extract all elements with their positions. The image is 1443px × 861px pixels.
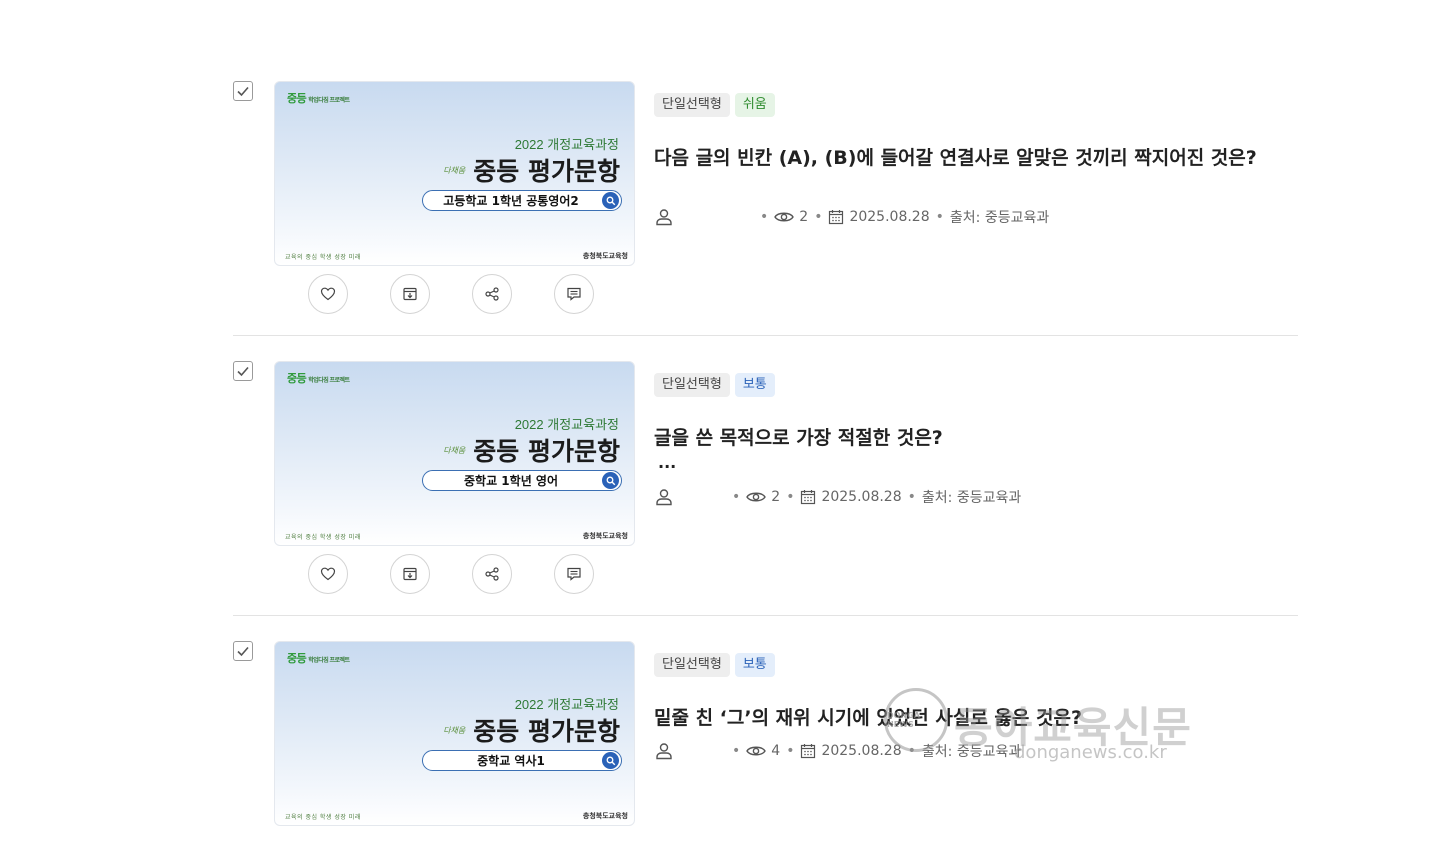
thumbnail-publisher: 충청북도교육청 <box>582 812 628 820</box>
thumbnail-publisher: 충청북도교육청 <box>582 532 628 540</box>
eye-icon <box>774 210 795 224</box>
thumbnail-subject: 중학교 역사1 <box>477 754 545 768</box>
user-icon <box>654 207 674 227</box>
view-count: 4 <box>771 743 781 759</box>
item-divider <box>233 335 1298 336</box>
thumbnail-slogan: 교육의 중심 학생 성장 미래 <box>285 534 361 541</box>
thumbnail-curriculum-year: 2022 개정교육과정 <box>514 137 619 152</box>
check-icon <box>237 86 249 97</box>
item-divider <box>233 615 1298 616</box>
share-button[interactable] <box>472 274 512 314</box>
thumbnail-publisher: 충청북도교육청 <box>582 252 628 260</box>
tag-group: 단일선택형 쉬움 <box>654 93 775 117</box>
action-bar <box>308 554 594 594</box>
question-meta: • 2 • 2025.08.28 • 출처: 중등교육과 <box>654 207 1049 227</box>
view-count: 2 <box>799 209 809 225</box>
question-thumbnail[interactable]: 중등 학업다짐 프로젝트 2022 개정교육과정 다채움 중등 평가문항 중학교 … <box>274 361 635 546</box>
thumbnail-slogan: 교육의 중심 학생 성장 미래 <box>285 814 361 821</box>
thumbnail-logo: 중등 학업다짐 프로젝트 <box>287 93 350 105</box>
thumbnail-title: 중등 평가문항 <box>473 157 620 186</box>
comment-icon <box>567 287 581 301</box>
source-label: 출처: 중등교육과 <box>949 210 1050 226</box>
question-thumbnail[interactable]: 중등 학업다짐 프로젝트 2022 개정교육과정 다채움 중등 평가문항 고등학교… <box>274 81 635 266</box>
calendar-icon <box>800 743 816 759</box>
tag-group: 단일선택형 보통 <box>654 373 775 397</box>
post-date: 2025.08.28 <box>849 209 930 225</box>
user-icon <box>654 487 674 507</box>
source-label: 출처: 중등교육과 <box>921 744 1022 760</box>
question-type-tag: 단일선택형 <box>654 653 730 677</box>
view-count: 2 <box>771 489 781 505</box>
comment-icon <box>567 567 581 581</box>
thumbnail-subject-pill: 중학교 1학년 영어 <box>422 470 622 491</box>
like-button[interactable] <box>308 554 348 594</box>
thumbnail-subject: 중학교 1학년 영어 <box>464 474 558 488</box>
eye-icon <box>746 744 767 758</box>
question-meta: • 2 • 2025.08.28 • 출처: 중등교육과 <box>654 487 1021 507</box>
check-icon <box>237 366 249 377</box>
heart-icon <box>320 287 336 301</box>
thumbnail-logo: 중등 학업다짐 프로젝트 <box>287 653 350 665</box>
question-type-tag: 단일선택형 <box>654 373 730 397</box>
post-date: 2025.08.28 <box>821 489 902 505</box>
more-ellipsis[interactable]: ... <box>658 453 676 472</box>
question-title[interactable]: 다음 글의 빈칸 (A), (B)에 들어갈 연결사로 알맞은 것끼리 짝지어진… <box>654 143 1257 170</box>
question-item: 중등 학업다짐 프로젝트 2022 개정교육과정 다채움 중등 평가문항 고등학교… <box>233 81 1298 361</box>
eye-icon <box>746 490 767 504</box>
question-item: 중등 학업다짐 프로젝트 2022 개정교육과정 다채움 중등 평가문항 중학교 … <box>233 361 1298 641</box>
thumbnail-curriculum-year: 2022 개정교육과정 <box>514 697 619 712</box>
share-button[interactable] <box>472 554 512 594</box>
question-meta: • 4 • 2025.08.28 • 출처: 중등교육과 <box>654 741 1021 761</box>
comment-button[interactable] <box>554 554 594 594</box>
question-title[interactable]: 밑줄 친 ‘그’의 재위 시기에 있었던 사실로 옳은 것은? <box>654 703 1082 730</box>
share-icon <box>485 287 499 301</box>
like-button[interactable] <box>308 274 348 314</box>
difficulty-tag: 보통 <box>734 373 775 397</box>
question-type-tag: 단일선택형 <box>654 93 730 117</box>
thumbnail-logo: 중등 학업다짐 프로젝트 <box>287 373 350 385</box>
thumbnail-brand: 다채움 <box>443 165 466 175</box>
thumbnail-subject: 고등학교 1학년 공통영어2 <box>443 194 579 208</box>
save-button[interactable] <box>390 274 430 314</box>
thumbnail-slogan: 교육의 중심 학생 성장 미래 <box>285 254 361 261</box>
post-date: 2025.08.28 <box>821 743 902 759</box>
save-button[interactable] <box>390 554 430 594</box>
user-icon <box>654 741 674 761</box>
thumbnail-subject-pill: 중학교 역사1 <box>422 750 622 771</box>
difficulty-tag: 보통 <box>734 653 775 677</box>
thumbnail-title: 중등 평가문항 <box>473 717 620 746</box>
archive-icon <box>403 567 417 581</box>
source-label: 출처: 중등교육과 <box>921 490 1022 506</box>
calendar-icon <box>828 209 844 225</box>
comment-button[interactable] <box>554 274 594 314</box>
action-bar <box>308 274 594 314</box>
check-icon <box>237 646 249 657</box>
select-checkbox[interactable] <box>233 81 253 101</box>
calendar-icon <box>800 489 816 505</box>
search-icon <box>602 192 619 209</box>
select-checkbox[interactable] <box>233 641 253 661</box>
select-checkbox[interactable] <box>233 361 253 381</box>
share-icon <box>485 567 499 581</box>
tag-group: 단일선택형 보통 <box>654 653 775 677</box>
question-item: 중등 학업다짐 프로젝트 2022 개정교육과정 다채움 중등 평가문항 중학교 … <box>233 641 1298 861</box>
search-icon <box>602 472 619 489</box>
thumbnail-title: 중등 평가문항 <box>473 437 620 466</box>
thumbnail-brand: 다채움 <box>443 725 466 735</box>
thumbnail-subject-pill: 고등학교 1학년 공통영어2 <box>422 190 622 211</box>
difficulty-tag: 쉬움 <box>734 93 775 117</box>
thumbnail-curriculum-year: 2022 개정교육과정 <box>514 417 619 432</box>
archive-icon <box>403 287 417 301</box>
search-icon <box>602 752 619 769</box>
question-thumbnail[interactable]: 중등 학업다짐 프로젝트 2022 개정교육과정 다채움 중등 평가문항 중학교 … <box>274 641 635 826</box>
heart-icon <box>320 567 336 581</box>
thumbnail-brand: 다채움 <box>443 445 466 455</box>
question-title[interactable]: 글을 쓴 목적으로 가장 적절한 것은? <box>654 423 943 450</box>
